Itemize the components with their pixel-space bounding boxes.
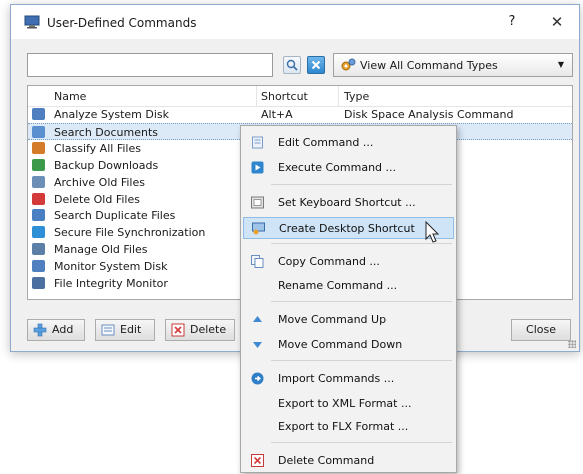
import-icon <box>251 372 264 385</box>
command-icon <box>32 277 45 289</box>
command-icon <box>32 260 45 273</box>
mouse-cursor-icon <box>425 221 440 243</box>
command-icon <box>32 226 45 239</box>
menu-item-move-command-up[interactable]: Move Command Up <box>243 309 454 331</box>
row-name: Secure File Synchronization <box>54 226 206 240</box>
edit-icon <box>252 136 263 149</box>
close-button-label: Close <box>526 323 556 336</box>
find-button[interactable] <box>283 56 301 74</box>
command-icon <box>32 108 45 120</box>
row-name: Manage Old Files <box>54 243 148 257</box>
add-icon <box>33 323 47 337</box>
keyboard-icon <box>251 196 264 209</box>
menu-item-label: Delete Command <box>278 454 375 467</box>
column-header-name[interactable]: Name <box>54 90 86 103</box>
menu-item-label: Export to FLX Format ... <box>278 420 409 433</box>
row-name: Analyze System Disk <box>54 108 169 121</box>
title-bar: User-Defined Commands ? ✕ <box>11 5 579 39</box>
resize-grip[interactable] <box>568 340 576 348</box>
menu-separator <box>271 184 452 185</box>
command-type-filter-dropdown[interactable]: View All Command Types ▼ <box>333 53 573 77</box>
window-title: User-Defined Commands <box>47 16 197 30</box>
menu-item-label: Set Keyboard Shortcut ... <box>278 196 416 209</box>
row-name: Archive Old Files <box>54 175 145 189</box>
menu-item-export-to-xml-format[interactable]: Export to XML Format ... <box>243 393 454 415</box>
row-name: Search Duplicate Files <box>54 209 176 223</box>
delete-button-label: Delete <box>190 323 227 336</box>
menu-item-label: Move Command Up <box>278 313 387 326</box>
menu-item-label: Copy Command ... <box>278 255 380 268</box>
desktop-shortcut-icon <box>252 222 265 235</box>
menu-item-export-to-flx-format[interactable]: Export to FLX Format ... <box>243 416 454 438</box>
menu-item-execute-command[interactable]: Execute Command ... <box>243 157 454 179</box>
menu-separator <box>271 360 452 361</box>
menu-item-label: Rename Command ... <box>278 279 398 292</box>
row-name: Backup Downloads <box>54 158 159 172</box>
column-header-shortcut[interactable]: Shortcut <box>261 90 308 103</box>
delete-icon <box>171 323 185 337</box>
command-icon <box>32 192 45 205</box>
menu-item-edit-command[interactable]: Edit Command ... <box>243 132 454 154</box>
menu-item-move-command-down[interactable]: Move Command Down <box>243 334 454 356</box>
menu-item-set-keyboard-shortcut[interactable]: Set Keyboard Shortcut ... <box>243 192 454 214</box>
row-type: Disk Space Analysis Command <box>344 108 514 121</box>
row-name: Monitor System Disk <box>54 260 168 274</box>
edit-icon <box>101 324 115 336</box>
arrow-down-icon <box>253 342 262 348</box>
menu-item-import-commands[interactable]: Import Commands ... <box>243 368 454 390</box>
menu-item-label: Edit Command ... <box>278 136 374 149</box>
menu-item-delete-command[interactable]: Delete Command <box>243 450 454 472</box>
column-divider[interactable] <box>338 86 339 106</box>
row-name: Search Documents <box>54 125 159 139</box>
command-icon <box>32 175 45 188</box>
column-divider[interactable] <box>256 86 257 106</box>
close-window-button[interactable]: ✕ <box>543 11 571 33</box>
command-icon <box>32 141 45 154</box>
row-name: File Integrity Monitor <box>54 277 168 290</box>
close-button[interactable]: Close <box>511 319 571 341</box>
gears-icon <box>341 58 356 71</box>
search-icon <box>286 59 298 71</box>
menu-item-create-desktop-shortcut[interactable]: Create Desktop Shortcut <box>243 217 454 239</box>
filter-selected-value: View All Command Types <box>360 59 498 72</box>
context-menu: Edit Command ... Execute Command ... Set K… <box>240 125 457 473</box>
menu-item-rename-command[interactable]: Rename Command ... <box>243 275 454 297</box>
menu-item-copy-command[interactable]: Copy Command ... <box>243 251 454 273</box>
menu-item-label: Move Command Down <box>278 338 403 351</box>
chevron-down-icon: ▼ <box>557 60 564 69</box>
list-header: Name Shortcut Type <box>28 86 572 107</box>
menu-item-label: Execute Command ... <box>278 161 397 174</box>
table-row[interactable]: Analyze System Disk Alt+A Disk Space Analy… <box>28 106 572 123</box>
play-icon <box>251 161 264 174</box>
copy-icon <box>251 255 264 268</box>
command-icon <box>32 125 45 138</box>
help-button[interactable]: ? <box>499 11 525 33</box>
command-icon <box>32 209 45 222</box>
add-button[interactable]: Add <box>27 319 85 341</box>
command-icon <box>32 243 45 256</box>
clear-search-button[interactable] <box>307 56 325 74</box>
delete-icon <box>251 454 264 467</box>
edit-button[interactable]: Edit <box>95 319 155 341</box>
add-button-label: Add <box>52 323 74 336</box>
menu-item-label: Export to XML Format ... <box>278 397 412 410</box>
menu-item-label: Import Commands ... <box>278 372 395 385</box>
column-header-type[interactable]: Type <box>344 90 369 103</box>
edit-button-label: Edit <box>120 323 142 336</box>
row-name: Classify All Files <box>54 141 141 155</box>
menu-separator <box>271 442 452 443</box>
arrow-up-icon <box>253 316 262 322</box>
row-name: Delete Old Files <box>54 192 140 206</box>
row-shortcut: Alt+A <box>261 108 293 121</box>
menu-item-label: Create Desktop Shortcut <box>279 222 415 235</box>
menu-separator <box>271 301 452 302</box>
delete-button[interactable]: Delete <box>165 319 235 341</box>
command-icon <box>32 158 45 171</box>
app-icon <box>24 15 40 29</box>
clear-icon <box>311 60 321 70</box>
search-input[interactable] <box>27 53 273 77</box>
